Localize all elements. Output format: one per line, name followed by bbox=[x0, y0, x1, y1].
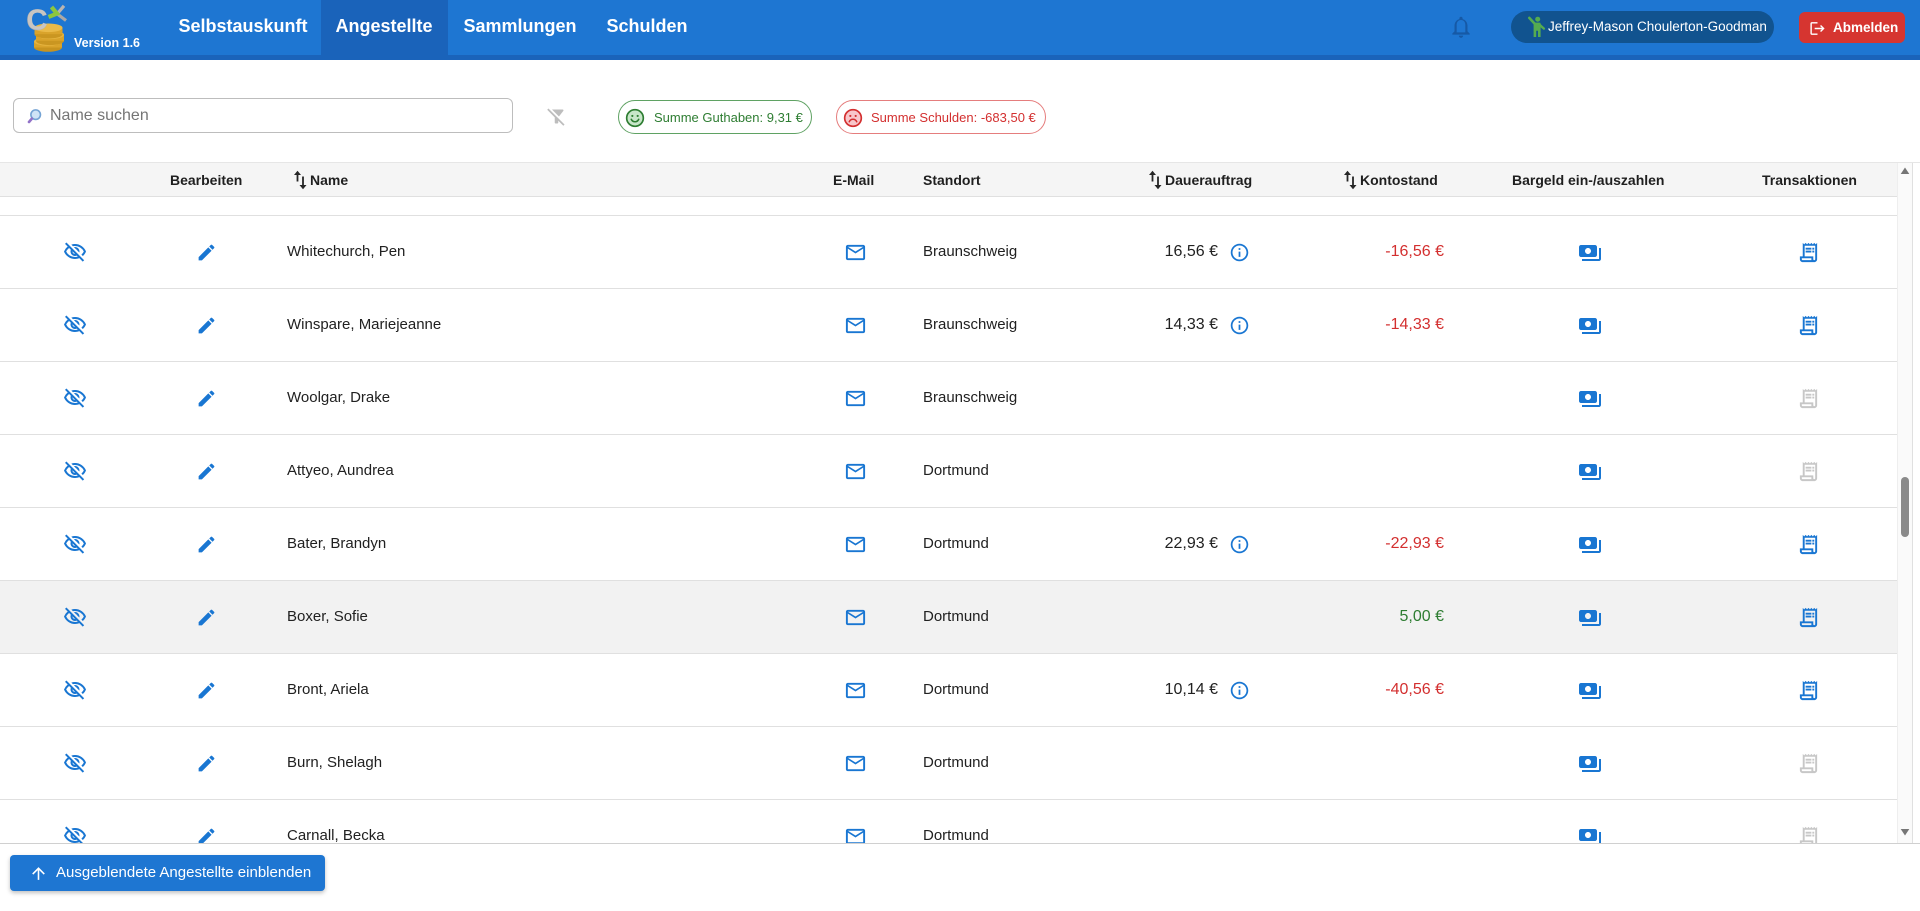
svg-text:C: C bbox=[27, 4, 48, 36]
